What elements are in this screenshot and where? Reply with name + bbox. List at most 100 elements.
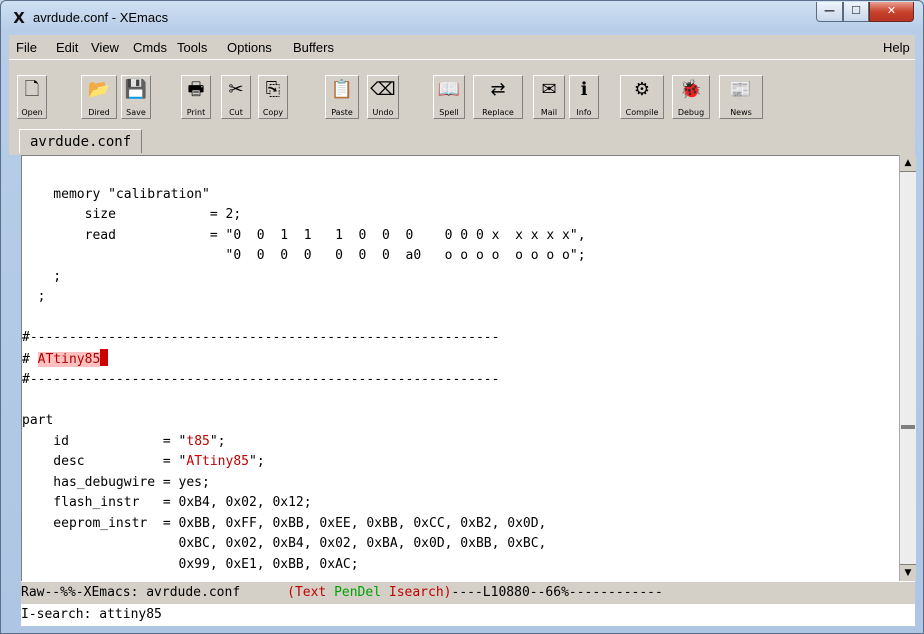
code-line: size = 2; [22,207,242,222]
mail-button[interactable]: ✉ Mail [533,75,565,119]
code-text[interactable]: memory "calibration" size = 2; read = "0… [22,164,586,575]
paste-button-label: Paste [331,108,353,117]
code-line: 0x99, 0xE1, 0xBB, 0xAC; [22,556,359,572]
minimize-button[interactable]: — [816,2,843,22]
news-button[interactable]: 📰 News [719,75,763,119]
menu-edit[interactable]: Edit [56,40,78,55]
maximize-button[interactable]: ☐ [843,2,869,22]
code-line: # ATtiny85 [22,348,109,367]
cut-button-label: Cut [229,108,243,117]
info-icon: ℹ [580,79,588,100]
news-button-label: News [730,108,752,117]
menu-view[interactable]: View [91,40,119,55]
info-button[interactable]: ℹ Info [569,75,599,119]
close-button[interactable]: ✕ [869,2,914,22]
modeline-position: ----L10880--66% [451,585,569,600]
xemacs-window: X avrdude.conf - XEmacs — ☐ ✕ File Edit Vi… [0,0,924,634]
replace-button-label: Replace [482,108,514,117]
editor-pane[interactable]: memory "calibration" size = 2; read = "0… [21,155,900,582]
news-icon: 📰 [729,79,753,100]
folder-icon: 📂 [87,79,111,100]
menu-options[interactable]: Options [227,40,272,55]
menu-cmds[interactable]: Cmds [133,40,167,55]
toolbar: 🗋 Open 📂 Dired 💾 Save 🖶 Print ✂ Cut ⎘ Copy 📋 Paste ⌫ Un… [9,59,915,127]
modeline-prefix: Raw--%%-XEmacs: avrdude.conf [21,585,288,600]
modeline-open-paren: ( [287,585,295,600]
eraser-icon: ⌫ [370,79,396,100]
printer-icon: 🖶 [187,79,205,100]
menu-file[interactable]: File [16,40,37,55]
modeline-pendel[interactable]: PenDel [334,585,381,600]
print-button[interactable]: 🖶 Print [181,75,211,119]
paste-icon: 📋 [330,79,354,100]
scroll-thumb[interactable] [901,425,915,429]
save-button-label: Save [126,108,146,117]
mail-button-label: Mail [540,108,558,117]
cut-button[interactable]: ✂ Cut [221,75,251,119]
code-line: "0 0 0 0 0 0 0 a0 o o o o o o o o"; [22,248,586,263]
print-button-label: Print [186,108,206,117]
code-line: memory "calibration" [22,186,210,202]
undo-button[interactable]: ⌫ Undo [367,75,399,119]
compile-button-label: Compile [625,108,659,117]
open-button[interactable]: 🗋 Open [17,75,47,119]
code-line: has_debugwire = yes; [22,474,210,490]
code-line: eeprom_instr = 0xBB, 0xFF, 0xBB, 0xEE, 0… [22,515,547,531]
compile-button[interactable]: ⚙ Compile [620,75,664,119]
code-line: flash_instr = 0xB4, 0x02, 0x12; [22,495,312,510]
code-line: desc = "ATtiny85"; [22,454,265,469]
menu-tools[interactable]: Tools [177,40,207,55]
replace-button[interactable]: ⇄ Replace [473,75,523,119]
open-file-icon: 🗋 [24,79,40,100]
scroll-down-arrow-icon[interactable]: ▼ [900,564,916,581]
code-line: #---------------------------------------… [22,372,500,387]
copy-icon: ⎘ [265,79,281,100]
modeline-isearch[interactable]: Isearch [389,585,444,600]
info-button-label: Info [576,108,592,117]
modeline-close-paren: ) [443,585,452,600]
minibuffer[interactable]: I-search: attiny85 [21,604,915,626]
bug-icon: 🐞 [679,79,703,100]
text-cursor [100,348,109,366]
code-line: #---------------------------------------… [22,330,500,345]
save-button[interactable]: 💾 Save [121,75,151,119]
code-line: ; [22,268,62,284]
dired-button-label: Dired [88,108,110,117]
maximize-icon: ☐ [851,4,861,17]
scroll-up-arrow-icon[interactable]: ▲ [900,155,916,172]
code-line: id = "t85"; [22,433,226,449]
paste-button[interactable]: 📋 Paste [325,75,359,119]
modeline-major-mode[interactable]: Text [295,585,326,600]
isearch-prompt: I-search: attiny85 [21,607,162,622]
minimize-icon: — [824,4,835,17]
copy-button[interactable]: ⎘ Copy [258,75,288,119]
save-icon: 💾 [124,79,148,100]
book-icon: 📖 [437,79,461,100]
modeline-fill: ------------ [568,585,663,600]
undo-button-label: Undo [372,108,394,117]
copy-button-label: Copy [262,108,284,117]
menu-bar: File Edit View Cmds Tools Options Buffers Help [9,35,915,59]
gear-icon: ⚙ [633,79,651,100]
replace-icon: ⇄ [490,79,506,100]
mail-icon: ✉ [541,79,557,100]
code-line: ; [22,289,46,304]
title-bar[interactable]: X avrdude.conf - XEmacs — ☐ ✕ [1,1,923,35]
code-line: read = "0 0 1 1 1 0 0 0 0 0 0 x x x x x"… [22,227,586,243]
debug-button[interactable]: 🐞 Debug [672,75,710,119]
spell-button[interactable]: 📖 Spell [433,75,465,119]
buffer-tab[interactable]: avrdude.conf [19,129,143,153]
close-icon: ✕ [886,4,897,17]
menu-buffers[interactable]: Buffers [293,40,334,55]
dired-button[interactable]: 📂 Dired [81,75,117,119]
window-title: avrdude.conf - XEmacs [33,10,169,25]
menu-help[interactable]: Help [883,40,910,55]
code-line: 0xBC, 0x02, 0xB4, 0x02, 0xBA, 0x0D, 0xBB… [22,536,547,551]
open-button-label: Open [21,108,43,117]
vertical-scrollbar[interactable]: ▲ ▼ [899,155,916,581]
buffer-tab-bar: avrdude.conf [9,126,915,155]
spell-button-label: Spell [439,108,459,117]
code-line: part [22,413,54,428]
xemacs-icon[interactable]: X [11,10,27,26]
debug-button-label: Debug [677,108,705,117]
